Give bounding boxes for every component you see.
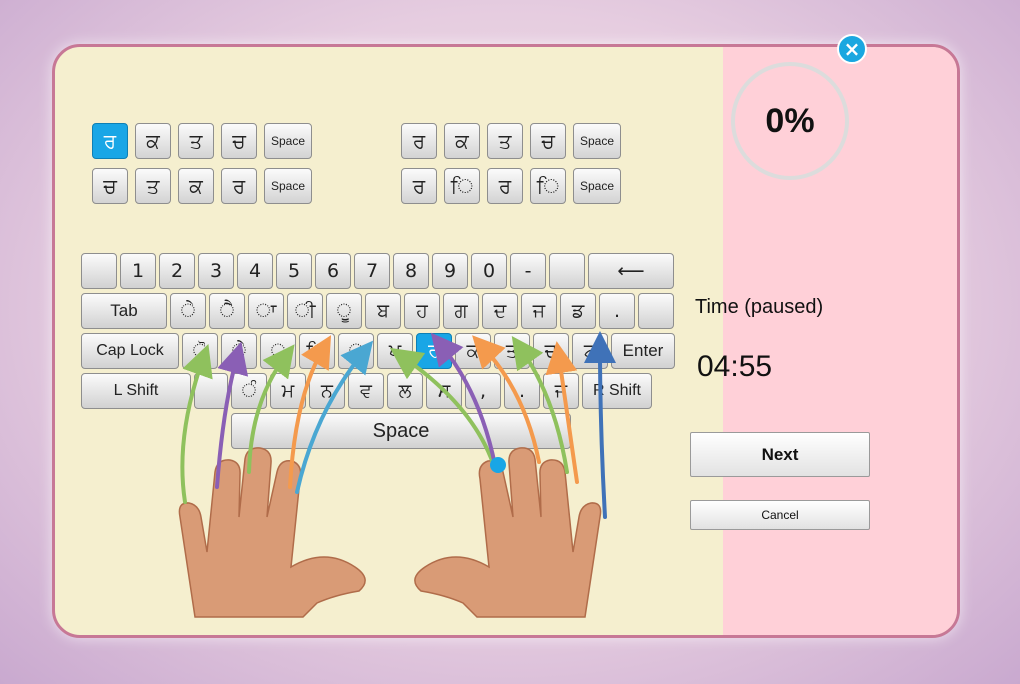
close-icon[interactable]: × [837, 34, 867, 64]
guide-arrow-right-pinky [584, 331, 617, 519]
guide-arrow-right-ring-reach [545, 341, 579, 484]
guide-arrow-left-ring [215, 341, 249, 489]
finger-guide-arrows [180, 331, 617, 519]
guide-arrow-left-middle [247, 344, 295, 474]
guide-arrow-left-index-reach [295, 340, 374, 494]
progress-value: 0% [765, 101, 815, 140]
guide-arrow-left-index [288, 335, 332, 489]
next-button[interactable]: Next [690, 432, 870, 477]
guide-arrow-left-pinky [180, 343, 213, 504]
time-value: 04:55 [697, 350, 773, 383]
cancel-button[interactable]: Cancel [690, 500, 870, 530]
progress-ring: 0% [731, 62, 849, 180]
active-finger-marker [490, 457, 506, 473]
time-label: Time (paused) [695, 296, 824, 318]
